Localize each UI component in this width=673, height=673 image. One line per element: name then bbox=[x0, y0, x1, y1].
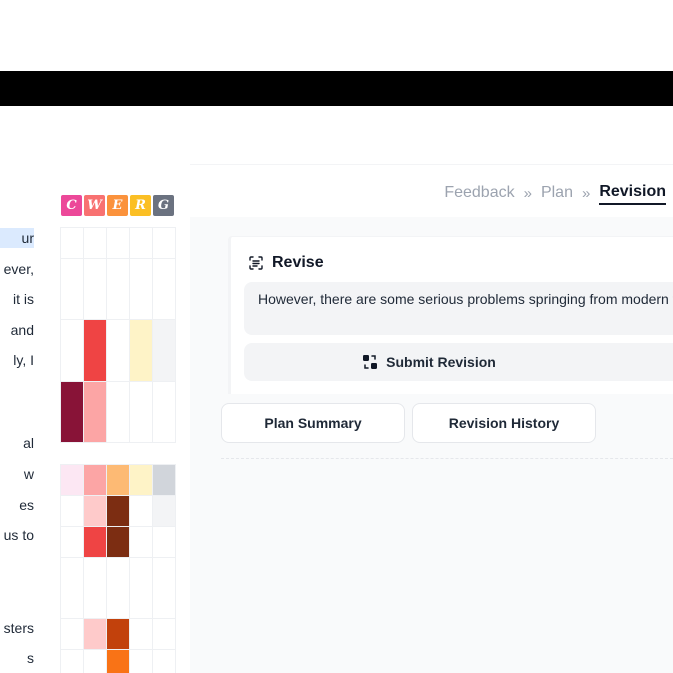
plan-summary-button[interactable]: Plan Summary bbox=[221, 403, 405, 443]
heatmap-cell bbox=[60, 227, 84, 259]
heatmap-cell bbox=[129, 464, 153, 496]
essay-line: sters bbox=[3, 620, 34, 636]
heatmap-cell bbox=[129, 526, 153, 558]
heatmap-cell bbox=[106, 557, 130, 619]
cwerg-letter-g: G bbox=[153, 195, 174, 216]
heatmap-cell bbox=[60, 618, 84, 650]
heatmap-cell bbox=[129, 649, 153, 673]
heatmap-cell bbox=[106, 381, 130, 443]
heatmap-cell bbox=[152, 557, 176, 619]
heatmap-cell bbox=[152, 464, 176, 496]
workflow-tabs: Feedback » Plan » Revision bbox=[444, 181, 666, 205]
heatmap-cell bbox=[152, 526, 176, 558]
heatmap-cell bbox=[152, 227, 176, 259]
heatmap-cell bbox=[83, 526, 107, 558]
heatmap-cell bbox=[60, 649, 84, 673]
cwerg-letter-c: C bbox=[61, 195, 82, 216]
revise-card: Revise However, there are some serious p… bbox=[228, 236, 673, 394]
essay-line: ever, bbox=[3, 261, 34, 277]
heatmap-cell bbox=[106, 618, 130, 650]
dashed-divider bbox=[221, 458, 673, 459]
heatmap-cell bbox=[106, 464, 130, 496]
heatmap-cell bbox=[83, 381, 107, 443]
heatmap-cell bbox=[129, 319, 153, 382]
heatmap-cell bbox=[129, 227, 153, 259]
heatmap-cell bbox=[129, 618, 153, 650]
essay-line: al bbox=[23, 435, 34, 451]
revise-input[interactable]: However, there are some serious problems… bbox=[244, 282, 673, 335]
essay-line: w bbox=[23, 466, 34, 482]
essay-line: ur bbox=[0, 228, 34, 248]
cwerg-letter-w: W bbox=[84, 195, 105, 216]
heatmap-cell bbox=[152, 649, 176, 673]
revise-title: Revise bbox=[272, 254, 324, 271]
heatmap-cell bbox=[152, 258, 176, 320]
heatmap-cell bbox=[106, 319, 130, 382]
revision-history-button[interactable]: Revision History bbox=[412, 403, 596, 443]
heatmap-cell bbox=[60, 381, 84, 443]
heatmap-cell bbox=[83, 319, 107, 382]
tab-separator: » bbox=[581, 184, 591, 202]
header-divider bbox=[190, 164, 673, 165]
heatmap-cell bbox=[60, 258, 84, 320]
heatmap-cell bbox=[106, 649, 130, 673]
tab-revision[interactable]: Revision bbox=[599, 181, 666, 205]
swap-icon bbox=[363, 355, 378, 369]
heatmap-cell bbox=[106, 526, 130, 558]
heatmap-cell bbox=[60, 526, 84, 558]
top-black-bar bbox=[0, 71, 673, 106]
heatmap-cell bbox=[152, 319, 176, 382]
heatmap-cell bbox=[83, 649, 107, 673]
essay-line: es bbox=[19, 497, 34, 513]
submit-revision-label: Submit Revision bbox=[386, 354, 496, 370]
heatmap-cell bbox=[83, 495, 107, 527]
app-viewport: ur ever, it is and ly, I al w es us to s… bbox=[0, 0, 673, 673]
heatmap-cell bbox=[152, 618, 176, 650]
heatmap-cell bbox=[106, 258, 130, 320]
heatmap-cell bbox=[129, 495, 153, 527]
essay-line: s bbox=[27, 650, 34, 666]
essay-line: it is bbox=[13, 291, 34, 307]
tab-plan[interactable]: Plan bbox=[541, 182, 573, 204]
heatmap-cell bbox=[60, 557, 84, 619]
submit-revision-button[interactable]: Submit Revision bbox=[244, 343, 673, 381]
heatmap-cell bbox=[83, 557, 107, 619]
heatmap-cell bbox=[60, 319, 84, 382]
heatmap-cell bbox=[83, 258, 107, 320]
heatmap-cell bbox=[106, 227, 130, 259]
sentence-heatmap bbox=[60, 227, 176, 673]
heatmap-cell bbox=[60, 495, 84, 527]
cwerg-letter-e: E bbox=[107, 195, 128, 216]
heatmap-cell bbox=[83, 618, 107, 650]
cwerg-legend: C W E R G bbox=[61, 195, 174, 216]
heatmap-cell bbox=[129, 258, 153, 320]
essay-line: us to bbox=[3, 527, 34, 543]
heatmap-cell bbox=[129, 381, 153, 443]
tab-feedback[interactable]: Feedback bbox=[444, 182, 514, 204]
text-scan-icon bbox=[249, 256, 263, 270]
essay-text-panel: ur ever, it is and ly, I al w es us to s… bbox=[0, 0, 40, 673]
tab-separator: » bbox=[523, 184, 532, 202]
essay-line: ly, I bbox=[13, 352, 34, 368]
revise-header: Revise bbox=[248, 254, 324, 272]
heatmap-cell bbox=[83, 227, 107, 259]
heatmap-cell bbox=[83, 464, 107, 496]
heatmap-cell bbox=[60, 464, 84, 496]
heatmap-cell bbox=[106, 495, 130, 527]
heatmap-cell bbox=[152, 495, 176, 527]
essay-line: and bbox=[10, 322, 34, 338]
heatmap-cell bbox=[152, 381, 176, 443]
cwerg-letter-r: R bbox=[130, 195, 151, 216]
heatmap-cell bbox=[129, 557, 153, 619]
